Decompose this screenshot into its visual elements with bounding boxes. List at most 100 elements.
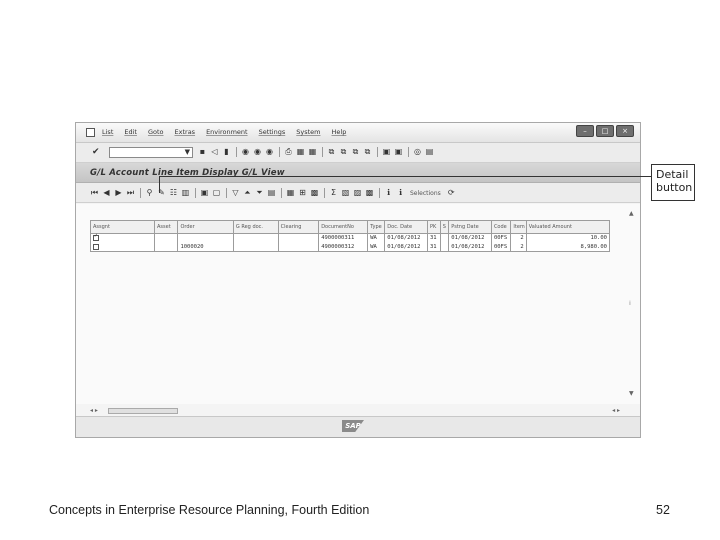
subtotal-icon[interactable]: ▧ [341, 188, 350, 198]
minimize-icon[interactable]: – [576, 125, 594, 137]
layout-change-icon[interactable]: ▦ [286, 188, 295, 198]
vertical-scrollbar[interactable]: ▲ ⁞ ▼ [629, 210, 636, 398]
cell-pk: 31 [426, 242, 441, 252]
detail-button[interactable]: ⚲ [145, 188, 154, 198]
layout-save-icon[interactable]: ▩ [310, 188, 319, 198]
layout-select-icon[interactable]: ⊞ [298, 188, 307, 198]
sort-asc-icon[interactable]: ⏶ [243, 188, 252, 198]
col-document-no[interactable]: DocumentNo [318, 220, 369, 234]
last-page-icon[interactable]: ⧉ [363, 147, 372, 157]
export-icon[interactable]: ▨ [353, 188, 362, 198]
col-clearing[interactable]: Clearing [277, 220, 320, 234]
next-item-icon[interactable]: ▶ [114, 188, 123, 198]
selections-icon[interactable]: ℹ [396, 188, 405, 198]
col-asset[interactable]: Asset [153, 220, 179, 234]
col-pstng-date[interactable]: Pstng Date [448, 220, 492, 234]
cell-pk: 31 [426, 233, 441, 243]
standard-icons: ▪ ◁ ▮ ◉ ◉ ◉ ⎙ ▦ ▦ ⧉ ⧉ ⧉ ⧉ ▣ ▣ ◎ ▤ [198, 147, 437, 157]
cell-document-no: 4900000312 [318, 242, 369, 252]
col-order[interactable]: Order [177, 220, 234, 234]
row-checkbox[interactable] [93, 232, 99, 242]
col-doc-date[interactable]: Doc. Date [384, 220, 428, 234]
footer-book-title: Concepts in Enterprise Resource Planning… [49, 503, 370, 517]
callout-line-1: Detail [656, 168, 689, 181]
last-item-icon[interactable]: ⏭ [126, 188, 135, 198]
menu-extras[interactable]: Extras [175, 128, 196, 136]
scroll-left-icon[interactable]: ◂ ▸ [90, 407, 98, 414]
find-next-icon[interactable]: ▦ [308, 147, 317, 157]
enter-icon[interactable]: ✔ [92, 147, 100, 157]
col-pk[interactable]: PK [426, 220, 441, 234]
menu-goto[interactable]: Goto [148, 128, 164, 136]
save-icon-2[interactable]: ▮ [222, 147, 231, 157]
menu-list[interactable]: List [102, 128, 113, 136]
row-checkbox-cell[interactable] [90, 242, 155, 252]
new-session-icon[interactable]: ▣ [382, 147, 391, 157]
info-icon[interactable]: ℹ [384, 188, 393, 198]
cancel-circle-icon[interactable]: ◉ [265, 147, 274, 157]
help-icon[interactable]: ◎ [413, 147, 422, 157]
col-type[interactable]: Type [367, 220, 386, 234]
layout-icon[interactable]: ▤ [425, 147, 434, 157]
table-row[interactable]: 4900000311 WA 01/08/2012 31 01/08/2012 0… [90, 232, 611, 243]
maximize-icon[interactable]: □ [596, 125, 614, 137]
filter-icon[interactable]: ▽ [231, 188, 240, 198]
first-item-icon[interactable]: ⏮ [90, 188, 99, 198]
scroll-right-icon[interactable]: ◂ ▸ [612, 407, 620, 414]
horizontal-scroll-thumb[interactable] [108, 408, 178, 414]
cell-order: 1000020 [177, 242, 234, 252]
graphic-icon[interactable]: ▩ [365, 188, 374, 198]
total-icon[interactable]: Σ [329, 188, 338, 198]
status-bar: SAP [76, 416, 640, 437]
col-s[interactable]: S [439, 220, 450, 234]
sum-icon[interactable]: ▤ [267, 188, 276, 198]
horizontal-scrollbar[interactable]: ◂ ▸ ◂ ▸ [90, 407, 620, 415]
cell-document-no: 4900000311 [318, 233, 369, 243]
save-icon[interactable]: ▪ [198, 147, 207, 157]
exit-circle-icon[interactable]: ◉ [253, 147, 262, 157]
col-item[interactable]: Item [510, 220, 527, 234]
col-assgnt[interactable]: Assgnt [90, 220, 155, 234]
find-icon[interactable]: ▦ [296, 147, 305, 157]
selections-label[interactable]: Selections [410, 190, 441, 197]
deselect-all-icon[interactable]: ▢ [212, 188, 221, 198]
close-icon[interactable]: × [616, 125, 634, 137]
command-field[interactable]: ▼ [109, 147, 193, 158]
col-valuated-amount[interactable]: Valuated Amount [525, 220, 611, 234]
line-item-list: Assgnt Asset Order G Reg doc. Clearing D… [76, 204, 640, 414]
chevron-down-icon[interactable]: ▼ [185, 148, 190, 156]
application-icons: ⏮ ◀ ▶ ⏭ ⚲ ✎ ☷ ▥ ▣ ▢ ▽ ⏶ ⏷ ▤ ▦ ⊞ ▩ Σ ▧ ▨ … [90, 188, 459, 198]
refresh-icon[interactable]: ⟳ [447, 188, 456, 198]
prev-item-icon[interactable]: ◀ [102, 188, 111, 198]
back-icon[interactable]: ◁ [210, 147, 219, 157]
cell-amount: 8,980.00 [525, 242, 611, 252]
row-checkbox-cell[interactable] [90, 232, 155, 243]
menu-edit[interactable]: Edit [124, 128, 137, 136]
back-circle-icon[interactable]: ◉ [241, 147, 250, 157]
col-g-reg-doc[interactable]: G Reg doc. [232, 220, 279, 234]
change-icon[interactable]: ☷ [169, 188, 178, 198]
menu-environment[interactable]: Environment [206, 128, 248, 136]
cell-doc-date: 01/08/2012 [384, 242, 428, 252]
window-menu-icon[interactable] [86, 128, 95, 137]
shortcut-icon[interactable]: ▣ [394, 147, 403, 157]
print-icon[interactable]: ⎙ [284, 147, 293, 157]
standard-toolbar: ✔ ▼ ▪ ◁ ▮ ◉ ◉ ◉ ⎙ ▦ ▦ ⧉ ⧉ ⧉ ⧉ ▣ ▣ ◎ ▤ [76, 143, 640, 163]
scroll-thumb-icon[interactable]: ⁞ [629, 300, 631, 307]
mass-change-icon[interactable]: ▥ [181, 188, 190, 198]
prev-page-icon[interactable]: ⧉ [339, 147, 348, 157]
table-row[interactable]: 1000020 4900000312 WA 01/08/2012 31 01/0… [90, 242, 611, 252]
col-code[interactable]: Code [490, 220, 512, 234]
first-page-icon[interactable]: ⧉ [327, 147, 336, 157]
callout-line-2: button [656, 181, 693, 194]
menu-settings[interactable]: Settings [259, 128, 286, 136]
next-page-icon[interactable]: ⧉ [351, 147, 360, 157]
scroll-up-icon[interactable]: ▲ [629, 210, 634, 217]
row-checkbox[interactable] [93, 243, 99, 250]
menu-system[interactable]: System [296, 128, 320, 136]
menu-help[interactable]: Help [332, 128, 347, 136]
scroll-down-icon[interactable]: ▼ [629, 390, 634, 397]
callout-leader-tick [159, 176, 160, 193]
select-all-icon[interactable]: ▣ [200, 188, 209, 198]
sort-desc-icon[interactable]: ⏷ [255, 188, 264, 198]
